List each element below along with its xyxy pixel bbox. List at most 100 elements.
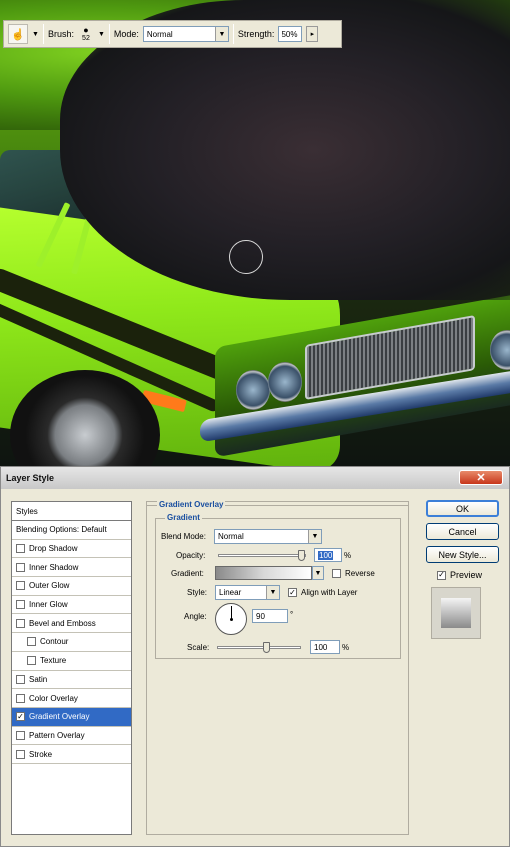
document-canvas[interactable] [0,0,510,468]
dialog-title: Layer Style [6,473,55,483]
effect-item-inner-shadow[interactable]: Inner Shadow [12,558,131,578]
cancel-button[interactable]: Cancel [426,523,499,540]
align-label: Align with Layer [301,588,358,597]
opacity-unit: % [344,550,352,560]
brush-dropdown-icon[interactable]: ▼ [98,31,105,38]
effect-item-inner-glow[interactable]: Inner Glow [12,596,131,615]
chevron-down-icon[interactable]: ▼ [308,530,321,543]
effect-checkbox[interactable] [16,562,25,572]
scale-slider[interactable] [217,641,301,653]
effect-item-satin[interactable]: Satin [12,671,131,690]
smudge-tool-icon[interactable]: ☝ [8,24,28,44]
toolbar-separator [108,24,110,44]
effect-checkbox[interactable] [16,618,25,628]
blend-mode-select[interactable]: Normal ▼ [214,529,322,544]
effect-checkbox[interactable] [16,544,25,554]
effect-label: Contour [40,637,69,647]
blend-mode-row: Blend Mode: Normal ▼ [161,529,322,544]
opacity-label: Opacity: [176,550,206,560]
effect-label: Bevel and Emboss [29,618,96,628]
effect-checkbox[interactable] [16,693,25,703]
mode-label: Mode: [113,29,139,39]
angle-label: Angle: [184,611,207,621]
scale-unit: % [342,642,350,652]
chevron-down-icon[interactable]: ▼ [313,567,323,579]
opacity-value: 100 [318,550,334,560]
effect-label: Inner Shadow [29,562,79,572]
blending-options-label: Blending Options: Default [16,525,107,535]
strength-input[interactable]: 50% [278,26,303,42]
effect-label: Texture [40,656,67,666]
effect-label: Inner Glow [29,600,68,610]
effect-label: Stroke [29,749,53,759]
opacity-input[interactable]: 100 [314,548,342,562]
new-style-button[interactable]: New Style... [426,546,499,563]
effect-checkbox[interactable] [16,600,25,610]
effect-item-pattern-overlay[interactable]: Pattern Overlay [12,727,131,746]
strength-slider-button[interactable]: ▸ [306,26,319,42]
brush-size: 52 [82,34,90,42]
style-select[interactable]: Linear ▼ [215,585,280,600]
angle-row: Angle: 90 ° [184,603,293,635]
blending-options-item[interactable]: Blending Options: Default [12,521,131,540]
styles-header-label: Styles [16,506,38,516]
gradient-label: Gradient: [171,568,204,578]
scale-value: 100 [314,642,328,652]
effect-checkbox[interactable] [16,674,25,684]
blend-mode-label: Blend Mode: [161,532,206,541]
style-row: Style: Linear ▼ ✓ Align with Layer [187,585,357,600]
effect-item-color-overlay[interactable]: Color Overlay [12,689,131,708]
layer-style-dialog: Layer Style ✕ Styles Blending Options: D… [0,466,510,847]
opacity-slider[interactable] [218,549,306,561]
style-preview [431,587,481,639]
preview-checkbox[interactable]: ✓ [437,570,446,580]
tool-preset-dropdown-icon[interactable]: ▼ [32,31,39,38]
headlight-left [236,370,270,410]
dialog-titlebar[interactable]: Layer Style ✕ [1,467,509,489]
styles-header[interactable]: Styles [12,502,131,521]
toolbar-separator [232,24,234,44]
angle-input[interactable]: 90 [252,609,288,623]
scale-input[interactable]: 100 [310,640,340,654]
brush-picker[interactable]: ● 52 [78,24,94,43]
effect-checkbox[interactable] [16,749,25,759]
style-value: Linear [219,588,242,597]
effect-checkbox[interactable] [16,581,25,591]
effect-checkbox[interactable] [27,656,36,666]
chevron-down-icon[interactable]: ▼ [266,586,279,599]
reverse-checkbox[interactable] [332,568,341,578]
mode-select[interactable]: Normal ▼ [142,26,229,42]
effect-checkbox[interactable]: ✓ [16,712,25,722]
effect-item-stroke[interactable]: Stroke [12,745,131,764]
effect-item-contour[interactable]: Contour [12,633,131,652]
close-button[interactable]: ✕ [459,470,503,485]
angle-dial[interactable] [215,603,247,635]
chevron-down-icon[interactable]: ▼ [214,27,228,41]
effect-label: Satin [29,674,48,684]
brush-tip-icon: ● [83,24,89,35]
styles-list: Styles Blending Options: Default Drop Sh… [11,501,132,835]
scale-slider-thumb[interactable] [263,641,270,653]
ok-button[interactable]: OK [426,500,499,517]
effect-checkbox[interactable] [27,637,36,647]
effect-item-gradient-overlay[interactable]: ✓ Gradient Overlay [12,707,131,727]
gradient-swatch[interactable] [215,566,312,580]
tool-options-bar: ☝ ▼ Brush: ● 52 ▼ Mode: Normal ▼ Strengt… [3,20,342,48]
effect-label: Color Overlay [29,693,78,703]
headlight-right [268,362,302,402]
effect-item-outer-glow[interactable]: Outer Glow [12,577,131,596]
new-style-label: New Style... [438,549,487,560]
effect-item-drop-shadow[interactable]: Drop Shadow [12,540,131,559]
opacity-slider-thumb[interactable] [298,549,305,561]
panel-title: Gradient Overlay [157,500,226,509]
gradient-picker-dropdown[interactable]: ▼ [312,566,324,580]
effect-item-bevel-and-emboss[interactable]: Bevel and Emboss [12,614,131,634]
align-with-layer-checkbox[interactable]: ✓ [288,588,297,597]
effect-label: Drop Shadow [29,544,78,554]
strength-label: Strength: [237,29,275,39]
effect-label: Outer Glow [29,581,70,591]
mode-value: Normal [146,29,173,39]
reverse-label: Reverse [345,568,375,578]
effect-item-texture[interactable]: Texture [12,652,131,671]
effect-checkbox[interactable] [16,730,25,740]
